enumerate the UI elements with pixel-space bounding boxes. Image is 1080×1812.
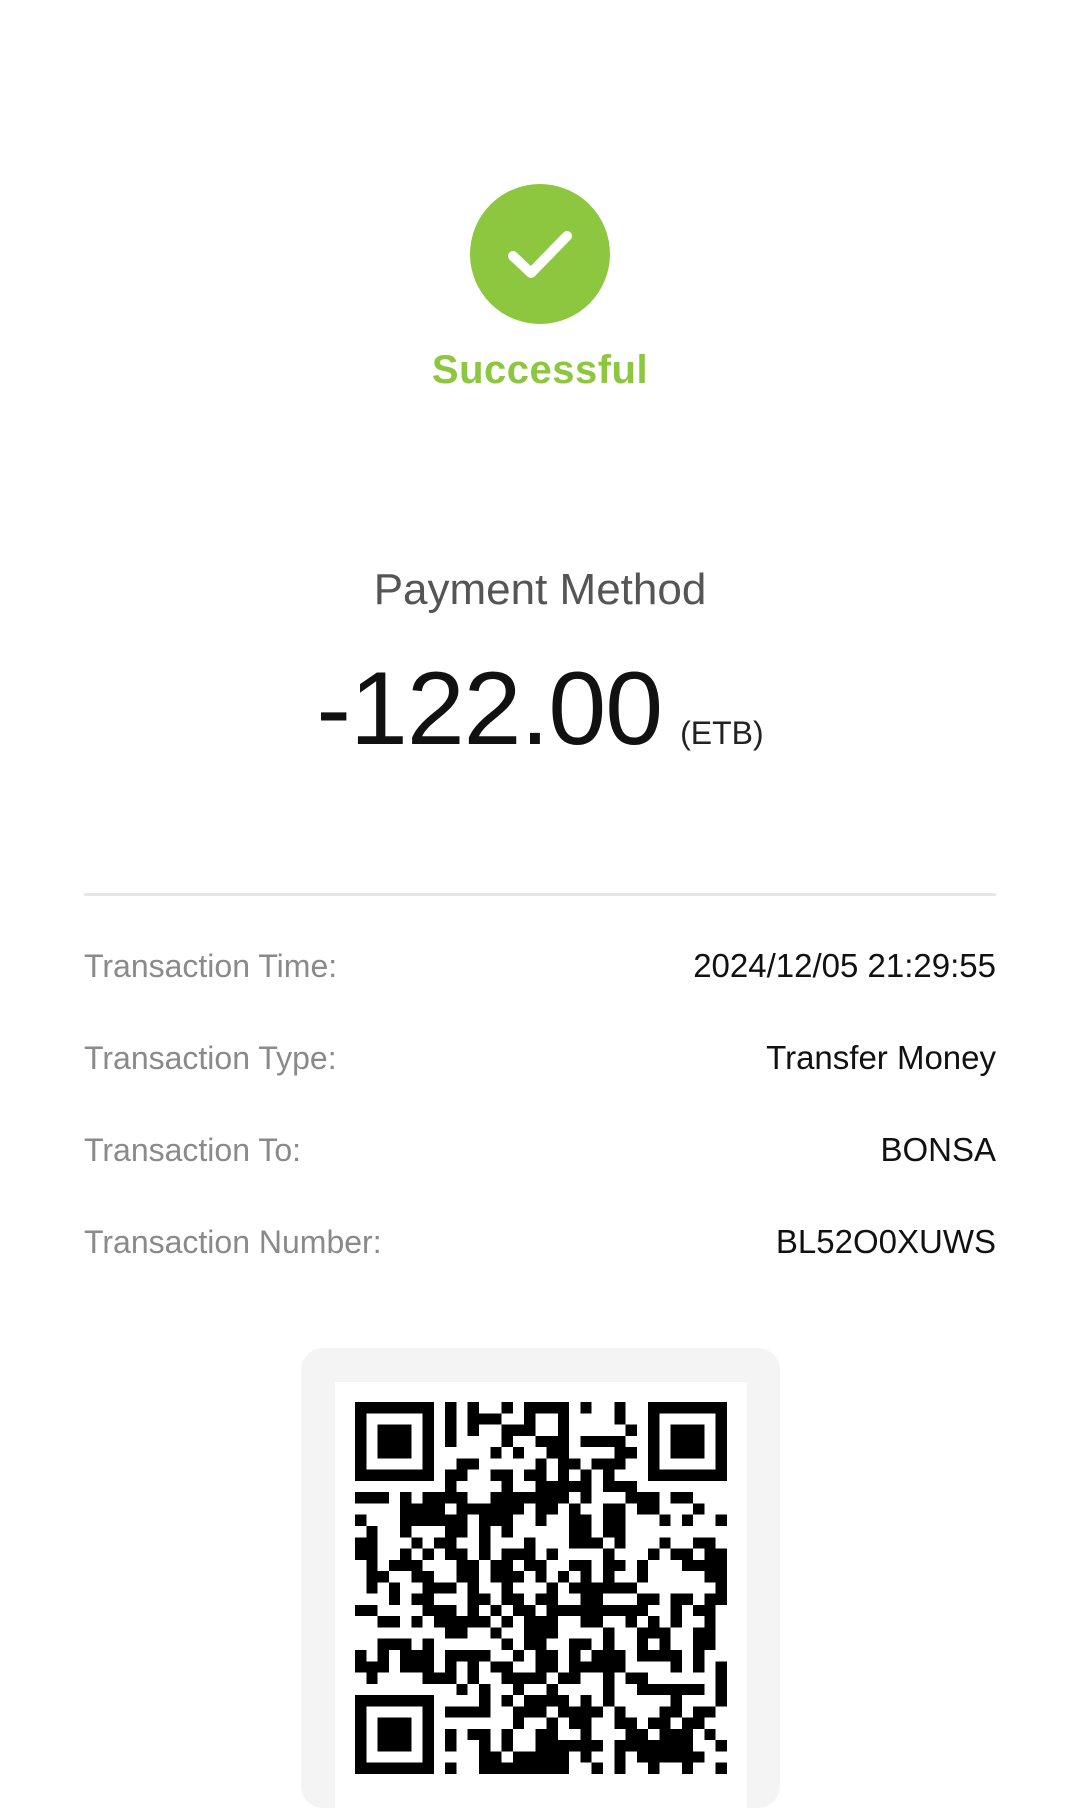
detail-label: Transaction Type: [84,1039,337,1076]
detail-value: Transfer Money [766,1039,996,1076]
status-text: Successful [431,348,649,392]
qr-card [301,1348,780,1812]
detail-value: 2024/12/05 21:29:55 [693,947,996,984]
detail-row-time: Transaction Time: 2024/12/05 21:29:55 [84,920,996,1012]
qr-code-container [335,1382,747,1812]
detail-value: BONSA [880,1131,996,1168]
detail-row-to: Transaction To: BONSA [84,1104,996,1196]
divider [84,893,996,896]
detail-label: Transaction Number: [84,1223,382,1260]
transaction-details: Transaction Time: 2024/12/05 21:29:55 Tr… [84,920,996,1288]
detail-label: Transaction Time: [84,947,338,984]
detail-row-type: Transaction Type: Transfer Money [84,1012,996,1104]
amount-value: -122.00 [316,651,663,767]
detail-row-number: Transaction Number: BL52O0XUWS [84,1196,996,1288]
amount-row: -122.00 (ETB) [0,650,1080,769]
detail-value: BL52O0XUWS [775,1223,996,1260]
success-checkmark-icon [470,184,610,324]
detail-label: Transaction To: [84,1131,301,1168]
payment-method-label: Payment Method [373,565,707,614]
amount-currency: (ETB) [680,715,764,751]
qr-code-icon [355,1402,727,1774]
status-section: Successful [0,184,1080,393]
